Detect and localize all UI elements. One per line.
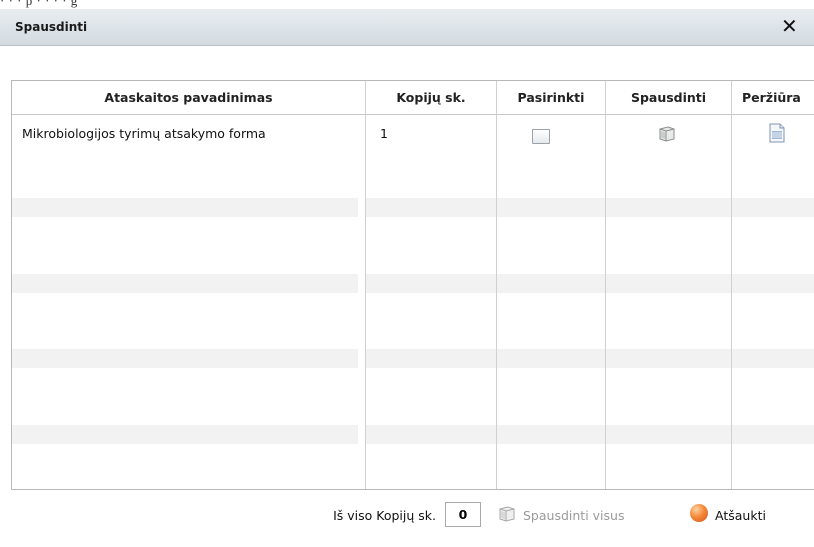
row-stripe (365, 198, 814, 217)
cancel-button[interactable]: Atšaukti (690, 500, 814, 528)
cancel-label: Atšaukti (715, 508, 766, 523)
dialog-title: Spausdinti (15, 20, 88, 34)
copies-cell[interactable]: 1 (380, 126, 388, 141)
dialog-titlebar: Spausdinti ✕ (0, 9, 814, 46)
column-header-report-name[interactable]: Ataskaitos pavadinimas (12, 81, 365, 114)
printer-icon[interactable] (657, 125, 677, 147)
printer-icon (497, 505, 517, 527)
document-preview-icon[interactable] (769, 123, 785, 147)
cancel-orb-icon (690, 504, 708, 522)
row-stripe (12, 425, 358, 444)
column-header-print[interactable]: Spausdinti (606, 81, 731, 114)
print-all-label: Spausdinti visus (523, 508, 625, 523)
report-name-cell: Mikrobiologijos tyrimų atsakymo forma (22, 126, 266, 141)
row-stripe (12, 274, 358, 293)
column-header-select[interactable]: Pasirinkti (497, 81, 605, 114)
row-stripe (12, 349, 358, 368)
column-divider (365, 81, 366, 489)
header-divider (12, 114, 814, 115)
select-checkbox[interactable] (532, 129, 550, 144)
total-copies-label: Iš viso Kopijų sk. (333, 508, 436, 523)
row-stripe (365, 274, 814, 293)
column-divider (731, 81, 732, 489)
column-divider (605, 81, 606, 489)
reports-table: Ataskaitos pavadinimas Kopijų sk. Pasiri… (11, 80, 814, 490)
row-stripe (365, 349, 814, 368)
dialog-footer: Iš viso Kopijų sk. 0 Spausdinti visus At… (11, 490, 814, 547)
column-divider (496, 81, 497, 489)
print-all-button[interactable]: Spausdinti visus (497, 500, 677, 528)
column-header-copies[interactable]: Kopijų sk. (366, 81, 496, 114)
total-copies-field[interactable]: 0 (445, 502, 481, 527)
background-page-text: · · · p · · · · g (0, 0, 814, 9)
row-stripe (365, 425, 814, 444)
close-icon[interactable]: ✕ (781, 15, 798, 37)
row-stripe (12, 198, 358, 217)
column-header-preview[interactable]: Peržiūra (732, 81, 814, 114)
